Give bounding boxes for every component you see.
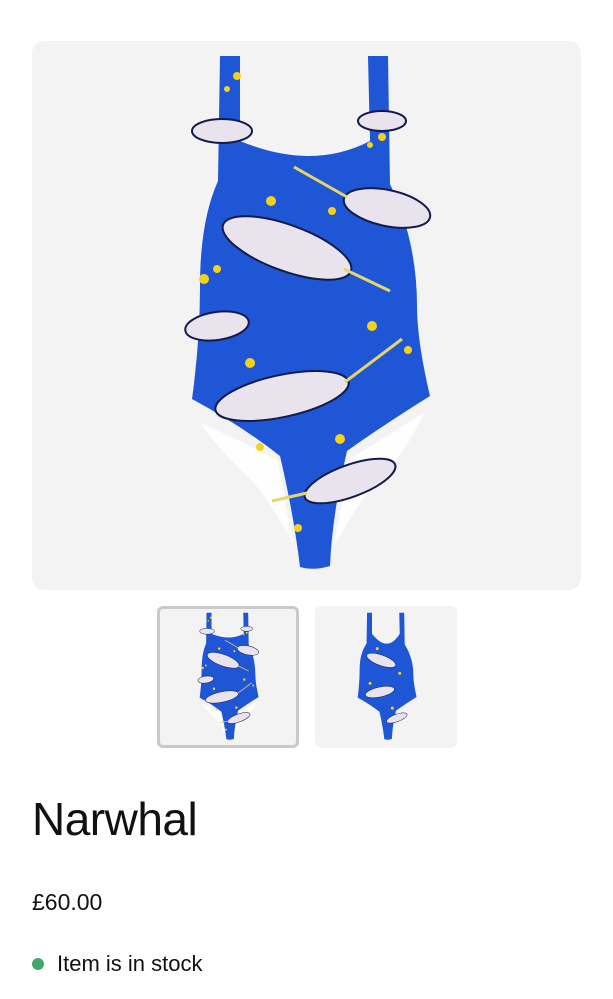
stock-status: Item is in stock: [32, 950, 202, 978]
in-stock-dot-icon: [32, 958, 44, 970]
product-title: Narwhal: [32, 793, 198, 845]
product-main-image[interactable]: [32, 41, 581, 590]
swimsuit-front-image: [32, 41, 581, 590]
thumbnail-front[interactable]: [157, 606, 299, 748]
thumbnail-back[interactable]: [315, 606, 457, 748]
thumbnail-gallery: [157, 606, 457, 748]
swimsuit-front-thumbnail-image: [160, 609, 296, 745]
swimsuit-back-thumbnail-image: [318, 609, 454, 745]
product-price: £60.00: [32, 889, 103, 915]
stock-label: Item is in stock: [57, 951, 203, 976]
